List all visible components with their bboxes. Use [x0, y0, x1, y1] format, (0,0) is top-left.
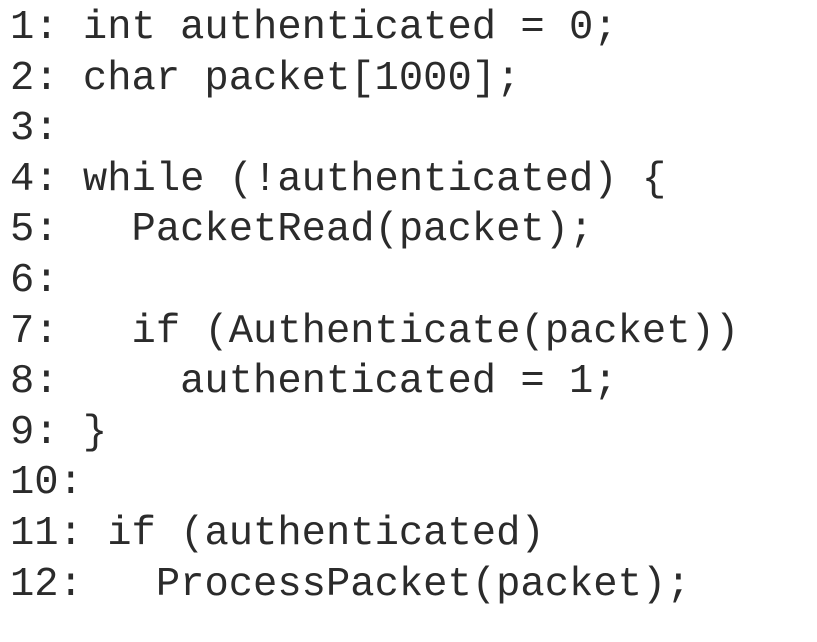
code-line: 5: PacketRead(packet);	[10, 205, 739, 256]
line-number: 4:	[10, 156, 59, 203]
line-number: 8:	[10, 359, 59, 406]
line-code: int authenticated = 0;	[58, 5, 618, 51]
code-line: 3:	[10, 104, 739, 155]
code-line: 1: int authenticated = 0;	[10, 3, 739, 54]
line-number: 6:	[10, 257, 59, 304]
code-line: 4: while (!authenticated) {	[10, 155, 739, 206]
line-number: 9:	[10, 409, 59, 456]
line-code: }	[58, 409, 108, 456]
code-line: 6:	[10, 256, 739, 307]
code-line: 10:	[10, 458, 739, 509]
line-number: 5:	[10, 207, 59, 254]
code-listing: 1: int authenticated = 0; 2: char packet[…	[10, 3, 739, 610]
line-code: authenticated = 1;	[58, 359, 618, 406]
line-number: 7:	[10, 308, 59, 355]
line-code: PacketRead(packet);	[58, 207, 594, 254]
code-line: 2: char packet[1000];	[10, 54, 739, 105]
line-number: 12:	[10, 561, 83, 608]
line-code: if (authenticated)	[82, 510, 545, 557]
code-line: 12: ProcessPacket(packet);	[10, 560, 739, 611]
line-code: ProcessPacket(packet);	[82, 561, 691, 608]
code-line: 7: if (Authenticate(packet))	[10, 307, 739, 358]
line-number: 10:	[10, 460, 83, 507]
line-number: 3:	[10, 106, 59, 153]
code-line: 9: }	[10, 408, 739, 459]
line-number: 11:	[10, 510, 83, 557]
code-line: 11: if (authenticated)	[10, 509, 739, 560]
line-code: if (Authenticate(packet))	[58, 308, 740, 355]
line-code: while (!authenticated) {	[58, 156, 667, 203]
line-number: 1:	[10, 5, 59, 51]
code-line: 8: authenticated = 1;	[10, 357, 739, 408]
line-number: 2:	[10, 55, 59, 102]
line-code: char packet[1000];	[58, 55, 521, 102]
